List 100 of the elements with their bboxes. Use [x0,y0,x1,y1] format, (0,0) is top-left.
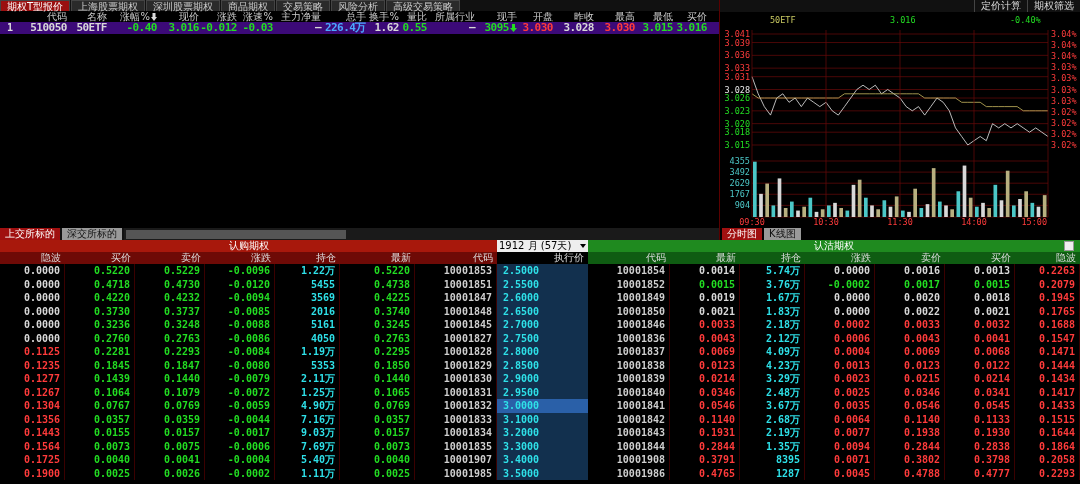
column-header[interactable]: 开盘 [517,11,553,22]
percent-axis-label: 3.04% [1051,29,1077,39]
column-header[interactable]: 最新 [670,252,740,264]
module-tab[interactable]: 风险分析 [331,0,386,11]
column-header[interactable]: 涨跌 [805,252,875,264]
table-cell: 0.0025 [805,385,875,399]
column-header[interactable]: 买价 [945,252,1015,264]
column-header[interactable]: 隐波 [0,252,65,264]
table-cell: 0.1417 [1015,385,1080,399]
column-header[interactable]: 名称 [67,11,107,22]
column-header[interactable]: 换手% [366,11,399,22]
column-header[interactable]: 卖价 [135,252,205,264]
checkbox[interactable] [1064,241,1074,251]
table-cell: 0.0359 [135,412,205,426]
table-cell: 0.0000 [0,304,65,318]
column-header[interactable]: 所属行业 [427,11,475,22]
column-header[interactable]: 持仓 [740,252,805,264]
table-cell: 0.4220 [65,291,135,305]
price-axis-label: 3.028 [724,84,750,95]
table-cell: 0.2295 [340,345,415,359]
column-header[interactable]: 买价 [65,252,135,264]
table-cell: 3.29万 [740,372,805,386]
strike-cell[interactable]: 2.8000 [497,345,588,359]
price-axis-label: 3.036 [724,50,750,61]
strike-cell[interactable]: 2.7000 [497,318,588,332]
volume-bar [907,211,911,217]
expiry-dropdown[interactable]: 1912 月 (57天) [497,240,588,252]
table-cell: 0.0767 [65,399,135,413]
module-tab[interactable]: 深圳股票期权 [146,0,221,11]
strike-cell[interactable]: 3.2000 [497,426,588,440]
percent-axis-label: 3.02% [1051,117,1077,128]
table-cell: 0.1267 [0,385,65,399]
column-header[interactable]: 代码 [588,252,670,264]
market-tab[interactable]: 上交所标的 [0,228,60,240]
table-cell: 4.23万 [740,358,805,372]
column-header[interactable]: 涨幅% [107,11,157,22]
module-tab[interactable]: 交易策略 [276,0,331,11]
table-cell: 0.1864 [1015,439,1080,453]
column-header[interactable]: 总手 [321,11,366,22]
table-cell: 0.1644 [1015,426,1080,440]
column-header[interactable]: 涨跌 [205,252,275,264]
module-tab[interactable]: 商品期权 [221,0,276,11]
column-header[interactable]: 量比 [399,11,427,22]
table-cell: 0.2079 [1015,277,1080,291]
column-header[interactable]: 持仓 [275,252,340,264]
column-header[interactable]: 现手 [475,11,517,22]
percent-axis-label: 3.02% [1051,140,1077,150]
quote-cell: -0.40 [126,22,157,34]
table-cell: 0.0025 [65,466,135,480]
table-cell: 10001846 [588,318,670,332]
column-header[interactable]: 代码 [20,11,67,22]
column-header[interactable]: 隐波 [1015,252,1080,264]
column-header[interactable]: 主力净量 [273,11,321,22]
table-cell: -0.0086 [205,331,275,345]
table-cell: 0.0000 [805,291,875,305]
table-cell: -0.0079 [205,372,275,386]
chart-tab[interactable]: K线图 [764,228,801,240]
table-cell: 0.3730 [65,304,135,318]
module-tab[interactable]: 期权T型报价 [0,0,71,11]
quote-row[interactable]: 1 510050 50ETF -0.40 3.016-0.012 -0.03 – 226.4万 1.62 0.55 – 3095 3.030 3.028 3.030 3.015 3.016 [0,22,719,34]
module-tab[interactable]: 高级交易策略 [386,0,461,11]
column-header[interactable]: 最低 [635,11,673,22]
module-tab[interactable]: 上海股票期权 [71,0,146,11]
table-cell: 0.3245 [340,318,415,332]
table-cell: 0.0214 [670,372,740,386]
market-tab[interactable]: 深交所标的 [62,228,122,240]
column-header[interactable]: 最新 [340,252,415,264]
table-cell: 0.4765 [670,466,740,480]
column-header[interactable]: 涨速% [237,11,273,22]
time-axis-label: 11:30 [887,217,913,227]
table-cell: 0.2763 [135,331,205,345]
table-cell: 0.0000 [0,318,65,332]
column-header[interactable]: 涨跌 [199,11,237,22]
volume-bar [975,206,979,217]
table-cell: 0.4225 [340,291,415,305]
table-cell: 0.1433 [1015,399,1080,413]
column-header[interactable]: 买价 [673,11,707,22]
column-header[interactable]: 昨收 [553,11,594,22]
table-cell: 5.40万 [275,453,340,467]
table-cell: 1.19万 [275,345,340,359]
table-cell: 2.12万 [740,331,805,345]
strike-cell[interactable]: 2.5000 [497,264,588,278]
column-header[interactable]: 最高 [594,11,635,22]
table-cell: 0.0064 [805,412,875,426]
horizontal-scrollbar[interactable] [124,228,719,240]
volume-bar [944,205,948,217]
column-header[interactable]: 卖价 [875,252,945,264]
table-cell: 0.1945 [1015,291,1080,305]
strike-cell[interactable]: 3.4000 [497,453,588,467]
column-header[interactable]: 代码 [415,252,497,264]
column-header[interactable]: 现价 [157,11,199,22]
volume-bar [827,205,831,217]
table-cell: 0.0341 [945,385,1015,399]
strike-cell[interactable]: 2.9000 [497,372,588,386]
strike-cell[interactable]: 2.6000 [497,291,588,305]
strike-cell[interactable]: 3.0000 [497,399,588,413]
table-cell: 0.0215 [875,372,945,386]
price-axis-label: 3.023 [724,105,750,116]
table-cell: 0.2263 [1015,264,1080,278]
chart-tab[interactable]: 分时图 [722,228,762,240]
